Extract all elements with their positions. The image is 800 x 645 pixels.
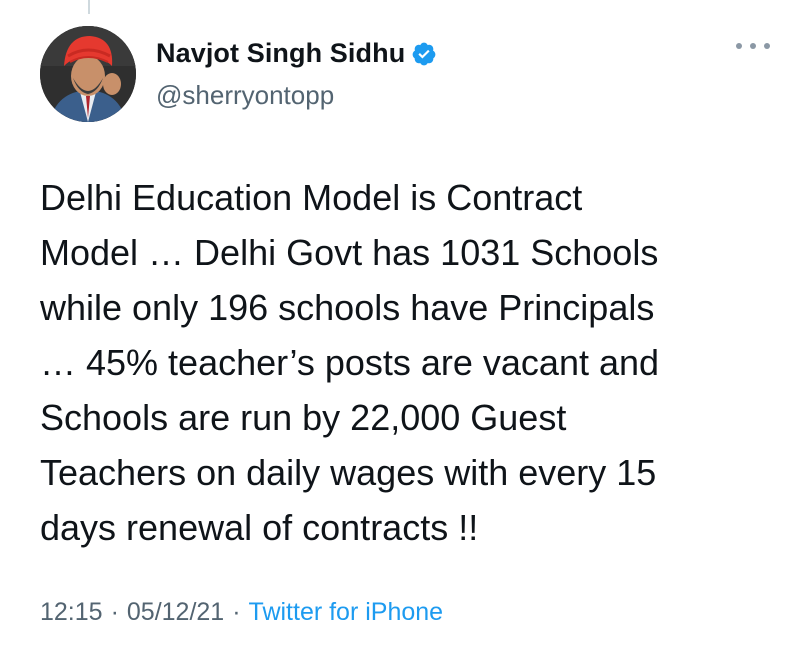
tweet-header: Navjot Singh Sidhu @sherryontopp <box>40 22 770 128</box>
author-name-row: Navjot Singh Sidhu <box>156 38 437 69</box>
tweet-text: Delhi Education Model is Contract Model … <box>40 177 660 548</box>
author-handle[interactable]: @sherryontopp <box>156 80 334 111</box>
more-options-icon[interactable] <box>736 36 770 56</box>
thread-connector-line <box>88 0 90 14</box>
avatar[interactable] <box>40 26 136 122</box>
tweet-metadata: 12:15 · 05/12/21 · Twitter for iPhone <box>40 598 443 627</box>
tweet-source-link[interactable]: Twitter for iPhone <box>249 598 444 627</box>
more-dot <box>736 43 742 49</box>
verified-badge-icon <box>411 41 437 67</box>
meta-separator: · <box>232 598 241 626</box>
more-dot <box>764 43 770 49</box>
tweet-time[interactable]: 12:15 <box>40 598 103 627</box>
more-dot <box>750 43 756 49</box>
avatar-image <box>40 26 136 122</box>
meta-separator: · <box>110 598 119 626</box>
tweet-date[interactable]: 05/12/21 <box>127 598 224 627</box>
author-display-name[interactable]: Navjot Singh Sidhu <box>156 38 405 69</box>
